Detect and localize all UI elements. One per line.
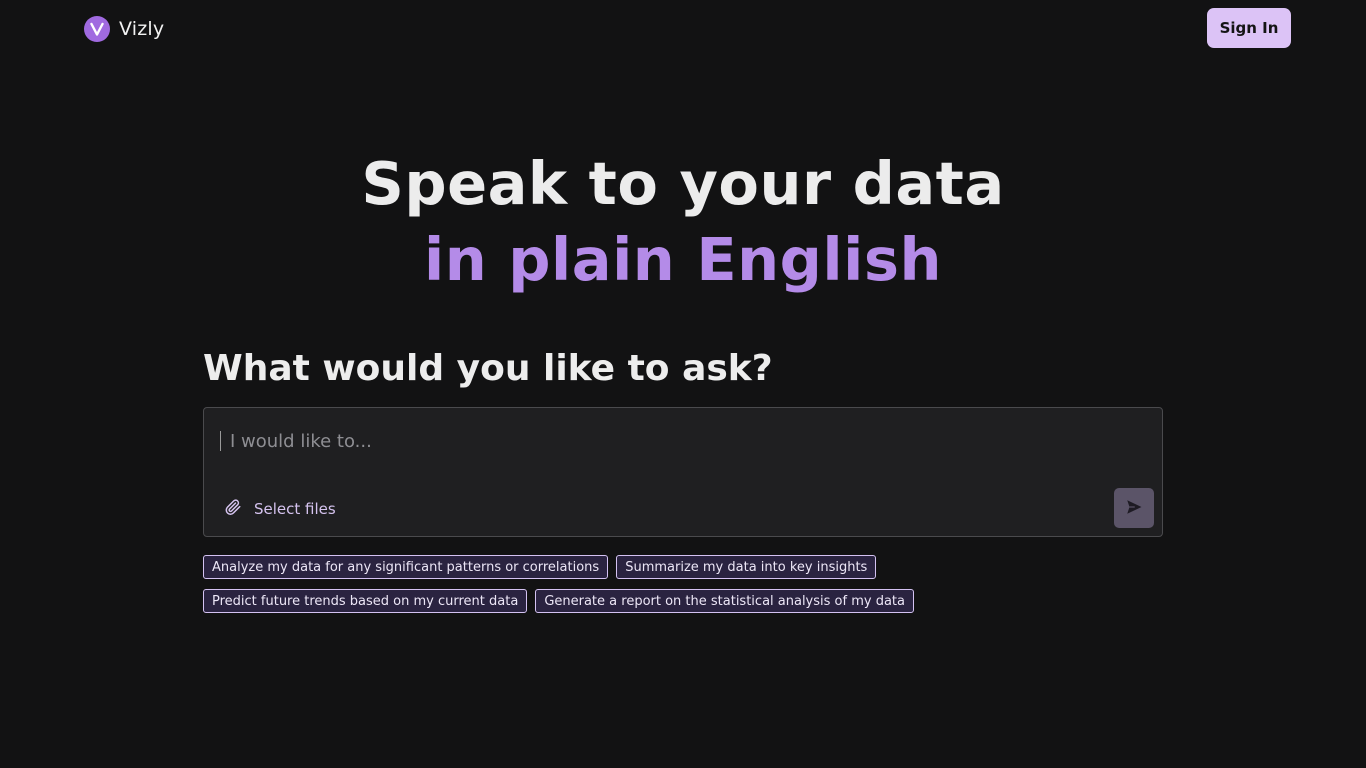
prompt-input[interactable]: [220, 426, 1100, 456]
brand-link[interactable]: Vizly: [84, 15, 164, 43]
hero-subtitle: in plain English: [424, 225, 942, 294]
select-files-label: Select files: [254, 500, 336, 518]
suggestion-chips: Analyze my data for any significant patt…: [203, 555, 1163, 623]
suggestion-chip[interactable]: Generate a report on the statistical ana…: [535, 589, 914, 613]
brand-name: Vizly: [119, 18, 165, 40]
top-nav: Vizly Sign In: [0, 0, 1366, 58]
send-button[interactable]: [1114, 488, 1154, 528]
suggestion-chip[interactable]: Summarize my data into key insights: [616, 555, 877, 579]
suggestion-chip[interactable]: Predict future trends based on my curren…: [203, 589, 528, 613]
paperclip-icon: [224, 498, 242, 520]
sign-in-button[interactable]: Sign In: [1207, 8, 1291, 48]
prompt-box: Select files: [203, 407, 1163, 537]
chip-row: Analyze my data for any significant patt…: [203, 555, 1163, 579]
select-files-button[interactable]: Select files: [224, 496, 336, 522]
vizly-landing-page: Vizly Sign In Speak to your data in plai…: [0, 0, 1366, 768]
send-icon: [1125, 498, 1143, 519]
prompt-heading: What would you like to ask?: [203, 348, 773, 389]
suggestion-chip[interactable]: Analyze my data for any significant patt…: [203, 555, 609, 579]
chip-row: Predict future trends based on my curren…: [203, 589, 1163, 613]
vizly-logo-icon: [84, 16, 110, 42]
hero-title: Speak to your data: [361, 149, 1005, 218]
